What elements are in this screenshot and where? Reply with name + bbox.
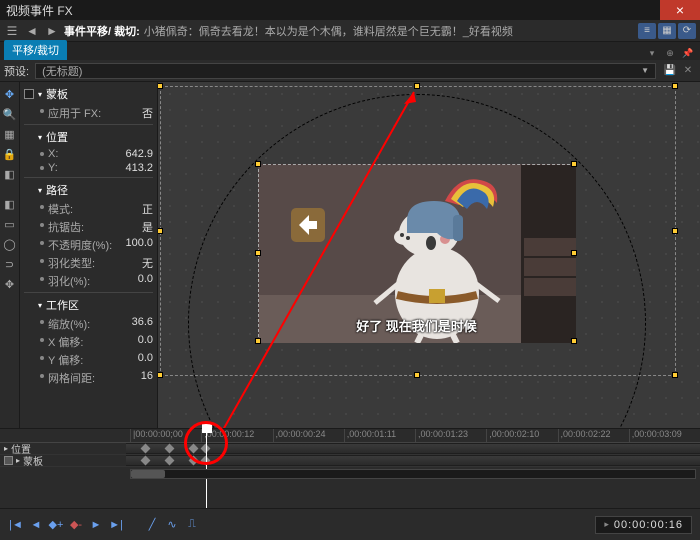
mask-handle[interactable] (672, 83, 678, 89)
crop-handle[interactable] (571, 338, 577, 344)
section-mask[interactable]: ▾蒙板 (24, 84, 153, 104)
mask-handle[interactable] (158, 372, 163, 378)
prev-kf-icon[interactable]: ◄ (28, 517, 44, 533)
close-button[interactable]: × (660, 0, 700, 20)
curve-hold-icon[interactable]: ⎍ (184, 517, 200, 533)
tab-pan-crop[interactable]: 平移/裁切 (4, 40, 67, 60)
timeline-tracks: ▸位置▸蒙板 (0, 443, 700, 467)
section-path[interactable]: ▾路径 (24, 180, 153, 200)
tab-dropdown-icon[interactable]: ▾ (644, 46, 660, 60)
toolbar-btn-b[interactable]: ▦ (658, 23, 676, 39)
tab-bar: 平移/裁切 ▾ ⊕ 📌 (0, 42, 700, 60)
crop-handle[interactable] (255, 250, 261, 256)
mask-handle[interactable] (414, 83, 420, 89)
snap-tool-icon[interactable]: ▦ (2, 126, 18, 142)
tool-sidebar: ✥ 🔍 ▦ 🔒 ◧ ◧ ▭ ◯ ⊃ ✥ (0, 82, 20, 428)
rect-tool-icon[interactable]: ▭ (2, 216, 18, 232)
prop-y[interactable]: Y:413.2 (24, 161, 153, 175)
next-kf-icon[interactable]: ► (88, 517, 104, 533)
window-titlebar: 视频事件 FX × (0, 0, 700, 20)
preset-label: 预设: (4, 63, 29, 79)
plugin-toolbar: ☰ ◄ ► 事件平移/ 裁切: 小猪佩奇：佩奇去看龙！本以为是个木偶，谁料居然是… (0, 20, 700, 42)
toolbar-btn-a[interactable]: ≡ (638, 23, 656, 39)
curve-smooth-icon[interactable]: ∿ (164, 517, 180, 533)
tab-add-icon[interactable]: ⊕ (662, 46, 678, 60)
prop-opacity[interactable]: 不透明度(%):100.0 (24, 236, 153, 254)
crop-handle[interactable] (571, 161, 577, 167)
timeline-track[interactable]: ▸蒙板 (0, 455, 700, 467)
timecode-display[interactable]: ▸ 00:00:00:16 (595, 516, 692, 534)
del-kf-icon[interactable]: ◆- (68, 517, 84, 533)
pointer-tool-icon[interactable]: ✥ (2, 86, 18, 102)
plugin-label: 事件平移/ 裁切: (64, 23, 140, 39)
next-plugin-icon[interactable]: ► (44, 23, 60, 39)
mask-handle[interactable] (672, 372, 678, 378)
prop-applyfx[interactable]: 应用于 FX:否 (24, 104, 153, 122)
ruler-tick: ,00:00:02:22 (558, 429, 629, 442)
prop-grid[interactable]: 网格间距:16 (24, 369, 153, 387)
prop-featherpct[interactable]: 羽化(%):0.0 (24, 272, 153, 290)
size-about-center-icon[interactable]: ◧ (2, 166, 18, 182)
prop-aa[interactable]: 抗锯齿:是 (24, 218, 153, 236)
last-kf-icon[interactable]: ►| (108, 517, 124, 533)
clock-icon: ▸ (604, 519, 610, 530)
keyframe-toolbar: |◄ ◄ ◆+ ◆- ► ►| ╱ ∿ ⎍ ▸ 00:00:00:16 (0, 508, 700, 540)
properties-panel: ▾蒙板 应用于 FX:否 ▾位置 X:642.9 Y:413.2 ▾路径 模式:… (20, 82, 158, 428)
mask-handle[interactable] (414, 372, 420, 378)
preset-bar: 预设: (无标题) ▼ 💾 ✕ (0, 60, 700, 82)
move-tool-icon[interactable]: ✥ (2, 276, 18, 292)
crop-handle[interactable] (255, 161, 261, 167)
prev-plugin-icon[interactable]: ◄ (24, 23, 40, 39)
track-label: ▸蒙板 (0, 453, 126, 468)
hamburger-icon[interactable]: ☰ (4, 23, 20, 39)
section-work[interactable]: ▾工作区 (24, 295, 153, 315)
magnet-tool-icon[interactable]: ⊃ (2, 256, 18, 272)
window-title: 视频事件 FX (6, 2, 73, 19)
video-illustration (158, 83, 689, 428)
preset-select[interactable]: (无标题) ▼ (35, 63, 656, 79)
preset-delete-icon[interactable]: ✕ (680, 63, 696, 79)
zoom-tool-icon[interactable]: 🔍 (2, 106, 18, 122)
plugin-desc: 小猪佩奇：佩奇去看龙！本以为是个木偶，谁料居然是个巨无霸！_好看视频 (144, 23, 513, 39)
timeline: |00:00:00;00,00:00:00:12,00:00:00:24,00:… (0, 428, 700, 508)
timeline-ruler[interactable]: |00:00:00;00,00:00:00:12,00:00:00:24,00:… (0, 429, 700, 443)
prop-yoff[interactable]: Y 偏移:0.0 (24, 351, 153, 369)
ruler-tick: ,00:00:01:11 (344, 429, 415, 442)
add-kf-icon[interactable]: ◆+ (48, 517, 64, 533)
first-kf-icon[interactable]: |◄ (8, 517, 24, 533)
prop-feather[interactable]: 羽化类型:无 (24, 254, 153, 272)
tool-a-icon[interactable]: ◧ (2, 196, 18, 212)
mask-handle[interactable] (672, 228, 678, 234)
timeline-scrollbar[interactable] (130, 469, 696, 479)
crop-frame[interactable]: 好了 现在我们是时候 (258, 164, 575, 342)
toolbar-btn-c[interactable]: ⟳ (678, 23, 696, 39)
prop-zoom[interactable]: 缩放(%):36.6 (24, 315, 153, 333)
crop-handle[interactable] (571, 250, 577, 256)
video-preview: 好了 现在我们是时候 (258, 164, 575, 342)
mask-handle[interactable] (158, 83, 163, 89)
curve-linear-icon[interactable]: ╱ (144, 517, 160, 533)
prop-x[interactable]: X:642.9 (24, 147, 153, 161)
section-position[interactable]: ▾位置 (24, 127, 153, 147)
preview-canvas[interactable]: 好了 现在我们是时候 (158, 82, 700, 428)
lock-aspect-icon[interactable]: 🔒 (2, 146, 18, 162)
preset-value: (无标题) (42, 63, 82, 79)
prop-mode[interactable]: 模式:正 (24, 200, 153, 218)
ruler-tick: |00:00:00;00 (130, 429, 201, 442)
ruler-tick: ,00:00:03:09 (629, 429, 700, 442)
video-subtitle: 好了 现在我们是时候 (259, 316, 574, 335)
ruler-tick: ,00:00:00:24 (273, 429, 344, 442)
preset-save-icon[interactable]: 💾 (662, 63, 678, 79)
chevron-down-icon: ▼ (641, 66, 649, 75)
ruler-tick: ,00:00:02:10 (486, 429, 557, 442)
oval-tool-icon[interactable]: ◯ (2, 236, 18, 252)
crop-handle[interactable] (255, 338, 261, 344)
prop-xoff[interactable]: X 偏移:0.0 (24, 333, 153, 351)
mask-handle[interactable] (158, 228, 163, 234)
ruler-tick: ,00:00:01:23 (415, 429, 486, 442)
tab-pin-icon[interactable]: 📌 (680, 46, 696, 60)
